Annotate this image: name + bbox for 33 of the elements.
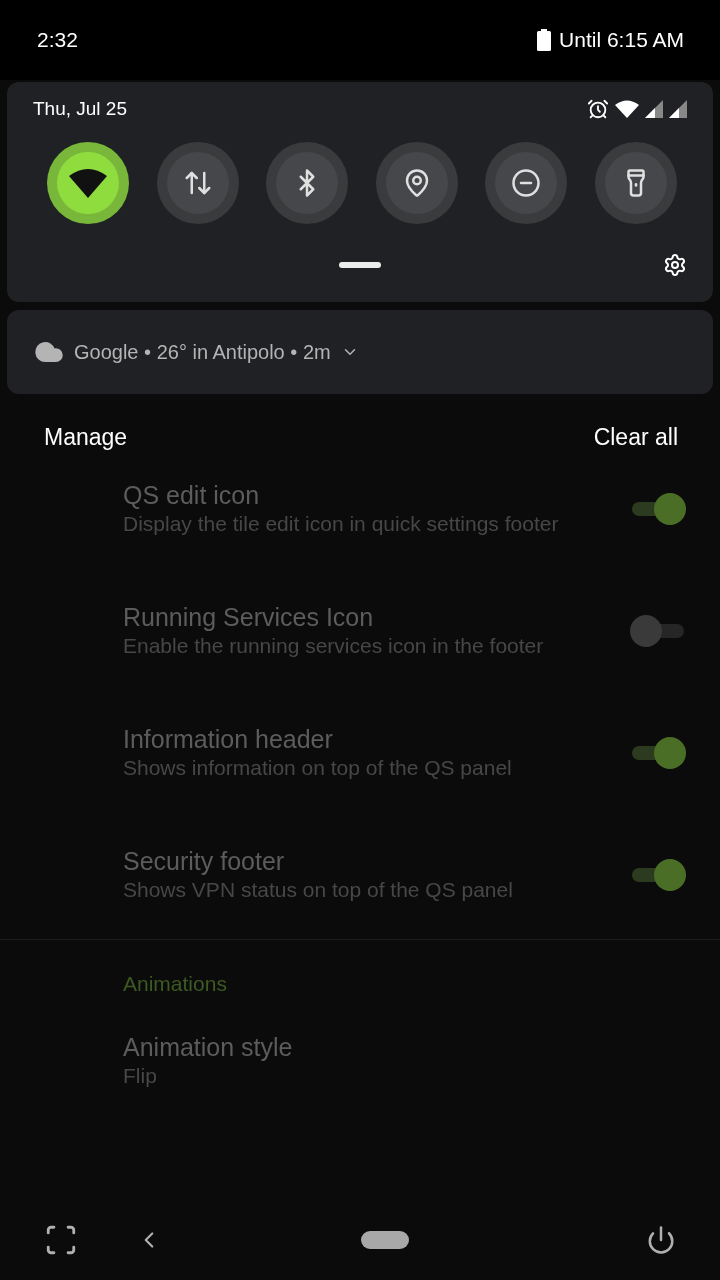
- notification-header: Google • 26° in Antipolo • 2m: [74, 340, 331, 364]
- toggle-switch[interactable]: [630, 739, 686, 767]
- setting-value: Flip: [123, 1063, 158, 1089]
- power-icon[interactable]: [646, 1225, 676, 1255]
- alarm-icon: [587, 98, 609, 120]
- cell-signal-icon: [669, 100, 687, 118]
- wifi-icon: [69, 168, 107, 198]
- clock: 2:32: [37, 28, 78, 52]
- setting-summary: Shows information on top of the QS panel: [123, 755, 513, 781]
- toggle-switch[interactable]: [630, 617, 686, 645]
- date: Thu, Jul 25: [33, 98, 127, 120]
- toggle-switch[interactable]: [630, 495, 686, 523]
- settings-icon[interactable]: [663, 253, 687, 277]
- battery-icon: [537, 29, 552, 51]
- setting-summary: Display the tile edit icon in quick settings footer: [123, 511, 560, 537]
- wifi-signal-icon: [615, 100, 639, 118]
- manage-button[interactable]: Manage: [44, 420, 128, 455]
- setting-title: Security footer: [123, 846, 286, 876]
- do-not-disturb-icon: [511, 168, 542, 198]
- setting-title: Running Services Icon: [123, 602, 375, 632]
- setting-title: Animation style: [123, 1032, 294, 1062]
- toggle-switch[interactable]: [630, 861, 686, 889]
- setting-title: QS edit icon: [123, 480, 261, 510]
- setting-summary: Shows VPN status on top of the QS panel: [123, 877, 514, 903]
- home-button[interactable]: [361, 1231, 409, 1249]
- clear-all-button[interactable]: Clear all: [593, 420, 678, 455]
- cell-signal-icon: [645, 100, 663, 118]
- drag-handle[interactable]: [339, 262, 381, 268]
- section-header: Animations: [122, 971, 228, 997]
- setting-title: Information header: [123, 724, 334, 754]
- battery-text: Until 6:15 AM: [559, 28, 684, 52]
- setting-summary: Enable the running services icon in the footer: [123, 633, 545, 659]
- screenshot-frame-icon[interactable]: [44, 1223, 78, 1257]
